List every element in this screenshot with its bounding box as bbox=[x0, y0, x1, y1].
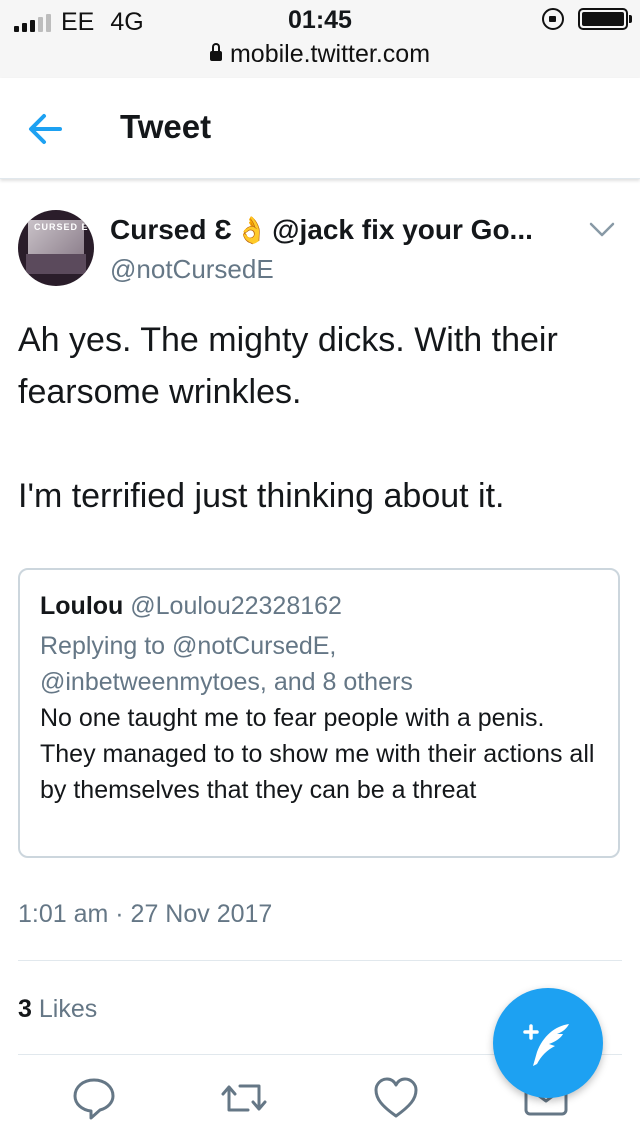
top-navigation-bar: Tweet bbox=[0, 78, 640, 179]
quoted-tweet-header: Loulou @Loulou22328162 bbox=[40, 592, 342, 621]
replying-to-handle: @notCursedE, bbox=[172, 632, 337, 660]
compose-tweet-button[interactable] bbox=[493, 988, 603, 1098]
heart-icon[interactable] bbox=[372, 1074, 420, 1122]
quoted-tweet-text: No one taught me to fear people with a p… bbox=[40, 704, 595, 804]
author-name-suffix: @jack fix your Go... bbox=[272, 214, 533, 245]
replying-to-others: @inbetweenmytoes, and 8 others bbox=[40, 668, 413, 696]
page-title: Tweet bbox=[120, 108, 212, 145]
author-name[interactable]: Cursed Ɛ 👌 @jack fix your Go... bbox=[110, 214, 533, 246]
back-button[interactable] bbox=[20, 104, 70, 154]
status-right bbox=[542, 8, 632, 30]
url-bar[interactable]: mobile.twitter.com bbox=[0, 40, 640, 69]
quoted-author-name: Loulou bbox=[40, 592, 124, 620]
avatar[interactable]: CURSED E bbox=[18, 210, 94, 286]
padlock-icon bbox=[209, 43, 222, 61]
quoted-author-handle: @Loulou22328162 bbox=[130, 592, 342, 620]
tweet-text: Ah yes. The mighty dicks. With their fea… bbox=[18, 321, 558, 515]
likes-number: 3 bbox=[18, 995, 32, 1023]
divider bbox=[18, 960, 622, 961]
ok-hand-emoji: 👌 bbox=[235, 214, 269, 245]
replying-to: Replying to @notCursedE, @inbetweenmytoe… bbox=[40, 628, 600, 700]
author-display-name: Cursed Ɛ bbox=[110, 214, 232, 245]
tweet-timestamp: 1:01 am · 27 Nov 2017 bbox=[18, 900, 273, 928]
rotation-lock-icon bbox=[542, 8, 564, 30]
author-handle[interactable]: @notCursedE bbox=[110, 254, 274, 285]
status-bar: EE 4G 01:45 mobile.twitter.com bbox=[0, 0, 640, 78]
battery-icon bbox=[578, 8, 632, 30]
quoted-tweet-card[interactable]: Loulou @Loulou22328162 Replying to @notC… bbox=[18, 568, 620, 858]
replying-prefix: Replying to bbox=[40, 632, 166, 660]
url-text: mobile.twitter.com bbox=[229, 40, 431, 68]
reply-icon[interactable] bbox=[70, 1074, 118, 1122]
avatar-text: CURSED E bbox=[34, 222, 89, 232]
retweet-icon[interactable] bbox=[220, 1074, 268, 1122]
likes-label: Likes bbox=[38, 995, 98, 1023]
chevron-down-icon[interactable] bbox=[588, 220, 616, 240]
arrow-left-icon bbox=[29, 114, 62, 144]
compose-tweet-icon bbox=[523, 1024, 569, 1066]
likes-count[interactable]: 3 Likes bbox=[18, 995, 97, 1024]
